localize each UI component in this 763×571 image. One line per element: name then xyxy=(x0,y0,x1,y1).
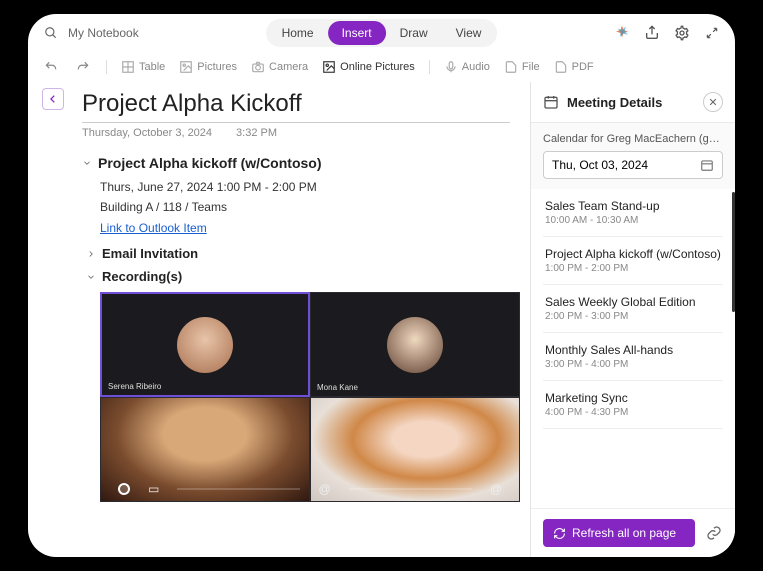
refresh-icon xyxy=(553,527,566,540)
tab-draw[interactable]: Draw xyxy=(386,21,442,45)
email-invitation-label: Email Invitation xyxy=(102,246,198,261)
copilot-icon[interactable] xyxy=(613,24,631,42)
meetings-list: Sales Team Stand-up 10:00 AM - 10:30 AM … xyxy=(531,189,735,508)
notebook-name[interactable]: My Notebook xyxy=(68,26,139,40)
chevron-down-icon[interactable] xyxy=(82,158,92,168)
recording-video[interactable]: Serena Ribeiro Mona Kane ▭ @ xyxy=(100,292,520,502)
insert-ribbon: Table Pictures Camera Online Pictures Au… xyxy=(28,52,735,82)
page-date: Thursday, October 3, 2024 xyxy=(82,127,212,139)
chevron-down-icon[interactable] xyxy=(86,272,96,282)
meeting-item[interactable]: Sales Weekly Global Edition 2:00 PM - 3:… xyxy=(543,285,723,333)
date-picker[interactable]: Thu, Oct 03, 2024 xyxy=(543,151,723,179)
participant-name: Serena Ribeiro xyxy=(108,382,161,391)
page-title[interactable]: Project Alpha Kickoff xyxy=(82,90,510,118)
redo-icon[interactable] xyxy=(74,58,92,76)
ribbon-audio[interactable]: Audio xyxy=(444,60,490,74)
ribbon-table[interactable]: Table xyxy=(121,60,165,74)
panel-title: Meeting Details xyxy=(567,95,695,110)
ribbon-file[interactable]: File xyxy=(504,60,540,74)
outlook-link[interactable]: Link to Outlook Item xyxy=(100,218,510,238)
back-button[interactable] xyxy=(42,88,64,110)
settings-icon[interactable] xyxy=(673,24,691,42)
app-top-bar: My Notebook Home Insert Draw View xyxy=(28,14,735,52)
avatar xyxy=(387,317,443,373)
page-time: 3:32 PM xyxy=(236,127,277,139)
participant-name: Mona Kane xyxy=(317,383,358,392)
ribbon-online-pictures[interactable]: Online Pictures xyxy=(322,60,415,74)
expand-icon[interactable] xyxy=(703,24,721,42)
meeting-location: Building A / 118 / Teams xyxy=(100,197,510,217)
calendar-icon xyxy=(700,158,714,172)
ribbon-tabs: Home Insert Draw View xyxy=(266,19,498,47)
recordings-label: Recording(s) xyxy=(102,269,182,284)
note-page: Project Alpha Kickoff Thursday, October … xyxy=(28,82,530,557)
search-icon[interactable] xyxy=(42,24,60,42)
meeting-item[interactable]: Monthly Sales All-hands 3:00 PM - 4:00 P… xyxy=(543,333,723,381)
video-controls[interactable]: ▭ @ @ xyxy=(100,482,520,496)
close-icon[interactable]: ✕ xyxy=(703,92,723,112)
meeting-item[interactable]: Marketing Sync 4:00 PM - 4:30 PM xyxy=(543,381,723,429)
avatar xyxy=(177,317,233,373)
chevron-right-icon[interactable] xyxy=(86,249,96,259)
meeting-time: Thurs, June 27, 2024 1:00 PM - 2:00 PM xyxy=(100,177,510,197)
play-position-icon[interactable] xyxy=(118,483,130,495)
scrollbar[interactable] xyxy=(732,192,735,312)
video-tile-1: Serena Ribeiro xyxy=(100,292,310,397)
calendar-details-icon xyxy=(543,94,559,110)
meeting-item[interactable]: Sales Team Stand-up 10:00 AM - 10:30 AM xyxy=(543,189,723,237)
bookmark-icon[interactable]: ▭ xyxy=(148,482,159,496)
tab-view[interactable]: View xyxy=(442,21,496,45)
at-icon[interactable]: @ xyxy=(490,482,502,496)
calendar-owner: Calendar for Greg MacEachern (gmaceach..… xyxy=(531,123,735,151)
ribbon-camera[interactable]: Camera xyxy=(251,60,308,74)
meeting-item[interactable]: Project Alpha kickoff (w/Contoso) 1:00 P… xyxy=(543,237,723,285)
ribbon-pdf[interactable]: PDF xyxy=(554,60,594,74)
refresh-button[interactable]: Refresh all on page xyxy=(543,519,695,547)
share-icon[interactable] xyxy=(643,24,661,42)
tab-insert[interactable]: Insert xyxy=(328,21,386,45)
link-icon[interactable] xyxy=(705,524,723,542)
tab-home[interactable]: Home xyxy=(268,21,328,45)
ribbon-pictures[interactable]: Pictures xyxy=(179,60,237,74)
video-tile-2: Mona Kane xyxy=(310,292,520,397)
meeting-details-panel: Meeting Details ✕ Calendar for Greg MacE… xyxy=(530,82,735,557)
at-icon[interactable]: @ xyxy=(318,482,330,496)
undo-icon[interactable] xyxy=(42,58,60,76)
meeting-heading: Project Alpha kickoff (w/Contoso) xyxy=(98,155,322,171)
